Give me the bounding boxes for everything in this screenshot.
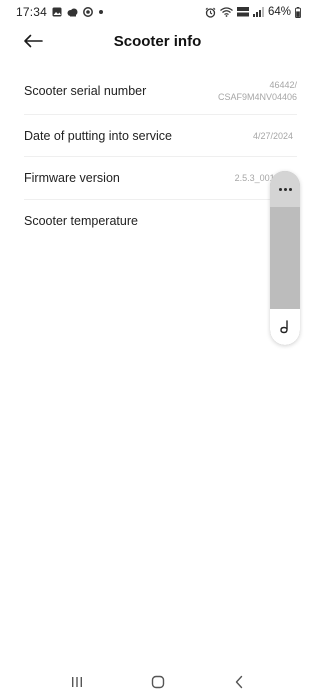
- wifi-icon: [220, 7, 233, 17]
- serial-number-label: Scooter serial number: [24, 84, 147, 98]
- recent-apps-button[interactable]: [55, 668, 99, 696]
- service-date-row: Date of putting into service 4/27/2024: [24, 115, 297, 157]
- page-title: Scooter info: [113, 33, 202, 50]
- serial-number-row: Scooter serial number 46442/ CSAF9M4NV04…: [24, 68, 297, 115]
- pen-assist-button[interactable]: [270, 309, 300, 345]
- edge-panel-track[interactable]: [270, 207, 300, 309]
- status-right: 64%: [205, 6, 301, 18]
- signal-icon: [252, 7, 264, 17]
- scooter-temperature-label: Scooter temperature: [24, 214, 138, 228]
- alarm-icon: [205, 7, 216, 18]
- home-icon: [151, 675, 164, 689]
- service-date-value: 4/27/2024: [252, 130, 293, 141]
- nav-back-button[interactable]: [217, 668, 261, 696]
- firmware-version-row: Firmware version 2.5.3_0011: [24, 157, 297, 200]
- back-icon: [235, 675, 242, 689]
- serial-number-value-line1: 46442/: [269, 80, 297, 90]
- floating-edge-panel[interactable]: [270, 171, 300, 345]
- firmware-version-label: Firmware version: [24, 171, 120, 185]
- cloud-icon: [67, 8, 78, 17]
- serial-number-value-line2: CSAF9M4NV04406: [217, 92, 297, 102]
- scooter-temperature-row: Scooter temperature: [24, 200, 297, 242]
- service-date-label: Date of putting into service: [24, 128, 172, 143]
- dot-icon: [98, 9, 104, 15]
- status-time: 17:34: [16, 5, 48, 19]
- status-bar: 17:34 64%: [0, 0, 315, 24]
- record-icon: [83, 7, 93, 17]
- battery-level: 64%: [267, 6, 291, 18]
- app-header: Scooter info: [0, 28, 315, 58]
- info-list: Scooter serial number 46442/ CSAF9M4NV04…: [0, 68, 315, 242]
- status-left: 17:34: [16, 5, 104, 19]
- home-button[interactable]: [136, 668, 180, 696]
- pen-assist-icon: [280, 320, 288, 334]
- system-nav-bar: [0, 664, 315, 700]
- battery-icon: [295, 6, 301, 18]
- volte-icon: [236, 7, 249, 17]
- more-dots-icon: [278, 187, 292, 191]
- serial-number-value: 46442/ CSAF9M4NV04406: [218, 79, 297, 103]
- gallery-icon: [52, 7, 62, 17]
- recent-apps-icon: [71, 677, 82, 687]
- more-options-button[interactable]: [270, 171, 300, 207]
